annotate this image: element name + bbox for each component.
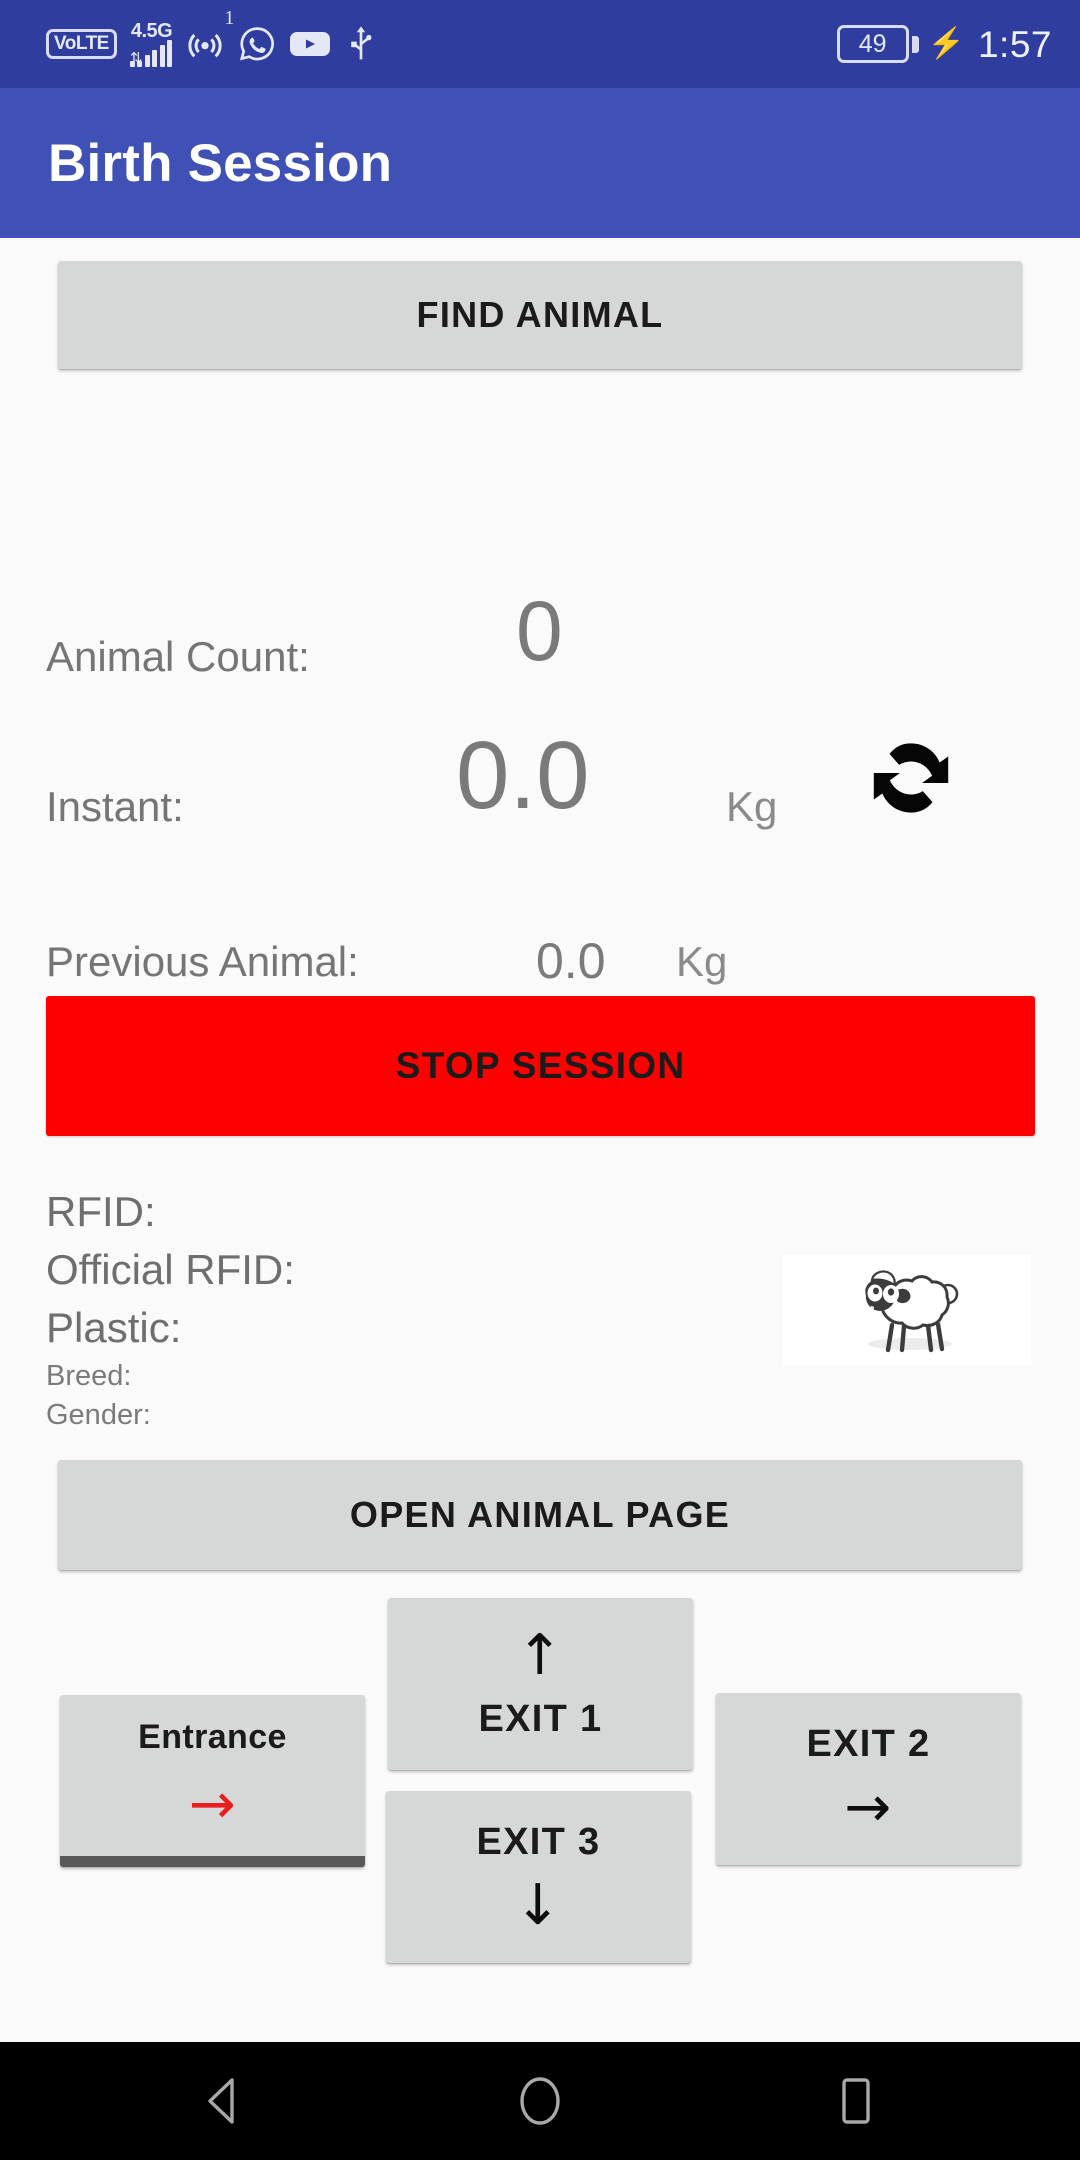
open-animal-page-button[interactable]: OPEN ANIMAL PAGE (58, 1460, 1022, 1570)
plastic-label: Plastic: (46, 1304, 182, 1351)
network-type-label: 4.5G (130, 20, 173, 42)
entrance-button[interactable]: Entrance → (60, 1695, 365, 1867)
status-bar-left-icons: VoLTE 4.5G ⇅ 1 (46, 8, 378, 67)
arrow-right-icon: → (844, 1774, 893, 1840)
exit-1-label: EXIT 1 (478, 1697, 603, 1740)
notification-count-badge: 1 (224, 7, 235, 29)
arrow-right-icon: → (188, 1772, 237, 1837)
previous-animal-row: Previous Animal: 0.0 Kg (46, 933, 1026, 989)
battery-level-label: 49 (836, 25, 909, 63)
exit-2-button[interactable]: EXIT 2 → (716, 1693, 1021, 1865)
home-circle-icon[interactable] (495, 2056, 585, 2146)
gender-label: Gender: (46, 1399, 151, 1431)
status-bar-right-icons: 49 ⚡ 1:57 (836, 23, 1052, 65)
usb-icon (344, 23, 378, 65)
data-transfer-arrows-icon: ⇅ (129, 50, 143, 67)
exit-3-label: EXIT 3 (476, 1820, 601, 1863)
animal-count-row: Animal Count: 0 (46, 584, 1026, 681)
status-bar-clock: 1:57 (977, 23, 1052, 65)
exit-2-label: EXIT 2 (806, 1722, 931, 1765)
back-triangle-icon[interactable] (179, 2056, 269, 2146)
phone-screen: VoLTE 4.5G ⇅ 1 49 ⚡ 1:57 Birth Session F… (0, 0, 1080, 2160)
status-bar: VoLTE 4.5G ⇅ 1 49 ⚡ 1:57 (0, 0, 1080, 88)
charging-bolt-icon: ⚡ (927, 27, 965, 60)
signal-bars-icon: 4.5G ⇅ (129, 20, 173, 67)
android-navigation-bar (0, 2042, 1080, 2160)
instant-value: 0.0 (456, 722, 590, 829)
entrance-label: Entrance (138, 1718, 287, 1756)
instant-label: Instant: (46, 783, 184, 830)
exit-1-button[interactable]: ↑ EXIT 1 (388, 1598, 693, 1770)
main-content: FIND ANIMAL Animal Count: 0 Instant: 0.0… (0, 238, 1080, 2042)
rfid-label: RFID: (46, 1188, 156, 1235)
arrow-up-icon: ↑ (516, 1622, 565, 1688)
previous-animal-unit: Kg (676, 938, 728, 985)
refresh-icon[interactable] (856, 728, 966, 828)
animal-count-label: Animal Count: (46, 633, 310, 680)
breed-label: Breed: (46, 1360, 132, 1392)
animal-info-block: RFID: Official RFID: Plastic: Breed: Gen… (46, 1183, 746, 1435)
exit-3-button[interactable]: EXIT 3 ↓ (386, 1791, 691, 1963)
stop-session-button[interactable]: STOP SESSION (46, 996, 1035, 1136)
instant-weight-row: Instant: 0.0 Kg (46, 722, 1026, 831)
official-rfid-label: Official RFID: (46, 1246, 295, 1293)
volte-badge: VoLTE (46, 29, 117, 59)
page-title: Birth Session (48, 133, 393, 193)
whatsapp-icon (238, 25, 276, 63)
battery-icon: 49 (836, 25, 919, 63)
sheep-image (783, 1255, 1031, 1365)
instant-unit: Kg (726, 783, 778, 830)
battery-cap (911, 35, 919, 53)
find-animal-button[interactable]: FIND ANIMAL (58, 261, 1022, 369)
recents-square-icon[interactable] (811, 2056, 901, 2146)
arrow-down-icon: ↓ (514, 1872, 563, 1938)
previous-animal-label: Previous Animal: (46, 938, 359, 985)
hotspot-icon: 1 (185, 8, 234, 64)
app-bar: Birth Session (0, 88, 1080, 238)
animal-count-value: 0 (516, 584, 563, 678)
previous-animal-value: 0.0 (536, 933, 606, 989)
youtube-icon (289, 29, 331, 59)
